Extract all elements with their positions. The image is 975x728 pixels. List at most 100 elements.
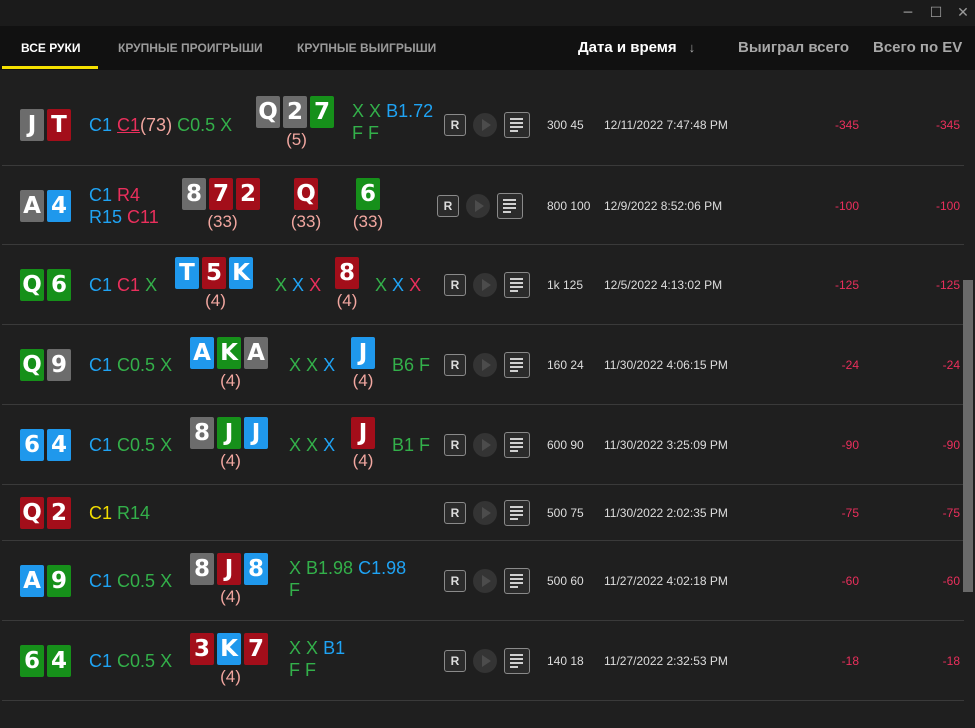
hand-row[interactable]: Q 9 C1 C0.5 X A K A (4) X X X J (4) B6 F R 160 24 11/…: [2, 325, 964, 405]
won-total-value: -100: [834, 199, 859, 213]
card: 7: [209, 178, 233, 210]
hand-history-icon[interactable]: [504, 112, 530, 138]
hand-history-icon-line: [510, 586, 518, 588]
scrollbar-thumb[interactable]: [963, 280, 973, 592]
hole-cards: A9: [20, 565, 74, 599]
card: 8: [335, 257, 359, 289]
card: 4: [47, 429, 71, 461]
play-icon[interactable]: [473, 569, 497, 593]
hand-datetime: 11/27/2022 4:02:18 PM: [604, 574, 728, 588]
action-token: C1: [117, 115, 141, 135]
action-token: X: [160, 355, 173, 375]
preflop-actions: C1 R14: [89, 502, 150, 524]
hand-history-icon[interactable]: [504, 500, 530, 526]
stakes-label: 500 60: [547, 574, 584, 588]
minimize-icon[interactable]: ─: [899, 4, 917, 22]
card: 8: [190, 553, 214, 585]
hand-history-icon[interactable]: [504, 648, 530, 674]
column-header-datetime[interactable]: Дата и время ↓: [578, 26, 695, 70]
replay-button[interactable]: R: [437, 195, 459, 217]
hand-history-icon-line: [503, 199, 516, 201]
stakes-label: 140 18: [547, 654, 584, 668]
action-token: C0.5: [117, 435, 156, 455]
hand-history-icon-line: [510, 658, 523, 660]
hand-history-icon[interactable]: [504, 432, 530, 458]
action-token: X: [323, 355, 336, 375]
play-icon[interactable]: [466, 194, 490, 218]
play-icon[interactable]: [473, 113, 497, 137]
turn-card: J: [351, 417, 378, 451]
preflop-actions: C1 C0.5 X: [89, 650, 172, 672]
card: 7: [310, 96, 334, 128]
hand-row[interactable]: 6 4 C1 C0.5 X 3 K 7 (4) X X B1 F F R 140 18 11/27/2…: [2, 621, 964, 701]
title-bar: ─ ☐ ✕: [0, 0, 975, 26]
hand-history-icon[interactable]: [504, 568, 530, 594]
flop-actions: X X B1.72: [352, 100, 433, 122]
total-ev-value: -24: [942, 358, 960, 372]
flop-pot-count: (4): [205, 291, 226, 310]
card: 7: [244, 633, 268, 665]
action-token: F: [419, 355, 431, 375]
hand-datetime: 11/27/2022 2:32:53 PM: [604, 654, 728, 668]
hand-history-icon[interactable]: [504, 272, 530, 298]
action-token: F: [368, 123, 380, 143]
hand-history-icon[interactable]: [497, 193, 523, 219]
won-total-value: -345: [834, 118, 859, 132]
hand-row[interactable]: A 4 C1 R4 R15 C11 8 7 2 (33) Q (33) 6 (33) R 800 100 1…: [2, 166, 964, 245]
action-token: F: [419, 435, 431, 455]
card: 9: [47, 349, 71, 381]
column-header-won-total[interactable]: Выиграл всего: [738, 26, 849, 70]
action-token: F: [289, 580, 300, 600]
action-token: X: [306, 638, 319, 658]
action-token: X: [220, 115, 233, 135]
maximize-icon[interactable]: ☐: [927, 4, 945, 22]
action-token: R4: [117, 185, 141, 205]
action-token: X: [275, 275, 288, 295]
replay-button[interactable]: R: [444, 354, 466, 376]
close-icon[interactable]: ✕: [954, 4, 972, 22]
replay-button[interactable]: R: [444, 274, 466, 296]
flop-actions: F F: [352, 122, 379, 144]
action-token: C0.5: [117, 651, 156, 671]
turn-pot-count: (4): [352, 371, 374, 390]
action-token: C11: [127, 207, 159, 227]
flop-pot-count: (33): [207, 212, 238, 231]
play-icon[interactable]: [473, 501, 497, 525]
hand-row[interactable]: J T C1 C1(73) C0.5 X Q 2 7 (5) X X B1.72 F F R 300…: [2, 84, 964, 166]
action-token: C0.5: [177, 115, 216, 135]
hand-row[interactable]: A 9 C1 C0.5 X 8 J 8 (4) X B1.98 C1.98 F R 500 60 11…: [2, 541, 964, 621]
replay-button[interactable]: R: [444, 650, 466, 672]
hand-history-icon-line: [510, 118, 523, 120]
turn-actions: X X X: [375, 274, 421, 296]
column-header-total-ev[interactable]: Всего по EV: [873, 26, 962, 70]
hole-cards: Q6: [20, 269, 74, 303]
card: T: [175, 257, 199, 289]
hand-datetime: 11/30/2022 4:06:15 PM: [604, 358, 728, 372]
hand-row[interactable]: 6 4 C1 C0.5 X 8 J J (4) X X X J (4) B1 F R 600 90 11/…: [2, 405, 964, 485]
replay-button[interactable]: R: [444, 114, 466, 136]
hand-history-icon[interactable]: [504, 352, 530, 378]
hand-history-icon-line: [510, 370, 518, 372]
tab-big-wins[interactable]: КРУПНЫЕ ВЫИГРЫШИ: [297, 26, 436, 70]
total-ev-value: -90: [942, 438, 960, 452]
play-icon[interactable]: [473, 433, 497, 457]
flop-cards: 872: [182, 178, 263, 212]
play-icon[interactable]: [473, 273, 497, 297]
tab-big-losses[interactable]: КРУПНЫЕ ПРОИГРЫШИ: [118, 26, 263, 70]
play-icon[interactable]: [473, 649, 497, 673]
card: 9: [47, 565, 71, 597]
filter-tabs-bar: ВСЕ РУКИ КРУПНЫЕ ПРОИГРЫШИ КРУПНЫЕ ВЫИГР…: [0, 26, 975, 70]
card: 8: [244, 553, 268, 585]
hand-history-icon-line: [510, 518, 518, 520]
play-icon[interactable]: [473, 353, 497, 377]
replay-button[interactable]: R: [444, 502, 466, 524]
tab-all-hands[interactable]: ВСЕ РУКИ: [21, 26, 80, 70]
replay-button[interactable]: R: [444, 434, 466, 456]
replay-button[interactable]: R: [444, 570, 466, 592]
card: J: [217, 417, 241, 449]
flop-actions: X B1.98 C1.98: [289, 557, 406, 579]
flop-actions: F F: [289, 659, 316, 681]
hand-row[interactable]: Q 2 C1 R14 R 500 75 11/30/2022 2:02:35 PM -75 -…: [2, 485, 964, 541]
hand-row[interactable]: Q 6 C1 C1 X T 5 K (4) X X X 8 (4) X X X R 1k 125 12/5…: [2, 245, 964, 325]
card: Q: [20, 269, 44, 301]
